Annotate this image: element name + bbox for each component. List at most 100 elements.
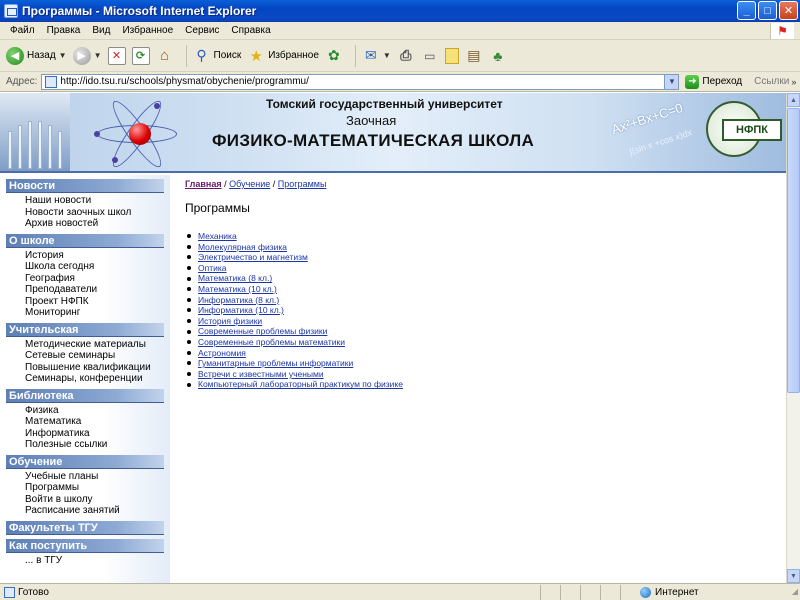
list-item: Встречи с известными учеными (185, 369, 775, 380)
vertical-scrollbar[interactable]: ▲ ▼ (786, 93, 800, 583)
sidebar-item-nfpk-project[interactable]: Проект НФПК (25, 296, 170, 308)
sidebar-item-our-news[interactable]: Наши новости (25, 195, 170, 207)
program-link[interactable]: Современные проблемы физики (198, 326, 327, 337)
sidebar-item-network-seminars[interactable]: Сетевые семинары (25, 350, 170, 362)
sidebar-item-school-today[interactable]: Школа сегодня (25, 261, 170, 273)
edit-button[interactable]: ▭ (421, 47, 439, 65)
sidebar-item-methodical-materials[interactable]: Методические материалы (25, 339, 170, 351)
stop-button[interactable]: ✕ (107, 46, 126, 65)
back-button[interactable]: ◀ Назад ▼ (6, 46, 67, 65)
sidebar-item-physics[interactable]: Физика (25, 405, 170, 417)
breadcrumb-home-link[interactable]: Главная (185, 179, 222, 189)
window-controls: _ □ ✕ (737, 1, 798, 20)
status-text: Готово (18, 586, 49, 598)
banner-integral: ∫(sin x +cos x)dx (628, 127, 694, 157)
sidebar-item-programs[interactable]: Программы (25, 482, 170, 494)
print-button[interactable]: ⎙ (397, 47, 415, 65)
program-link[interactable]: Математика (8 кл.) (198, 273, 272, 284)
sidebar-item-mathematics[interactable]: Математика (25, 416, 170, 428)
program-link[interactable]: Гуманитарные проблемы информатики (198, 358, 353, 369)
sidebar-item-to-tsu[interactable]: ... в ТГУ (25, 555, 170, 567)
program-link[interactable]: Информатика (10 кл.) (198, 305, 284, 316)
go-button[interactable]: ➜ Переход (685, 74, 743, 89)
program-link[interactable]: Астрономия (198, 348, 246, 359)
sidebar-item-curricula[interactable]: Учебные планы (25, 471, 170, 483)
status-divider (560, 585, 561, 600)
go-label: Переход (702, 76, 743, 87)
program-link[interactable]: Механика (198, 231, 237, 242)
forward-dropdown-icon[interactable]: ▼ (94, 51, 102, 60)
list-item: Механика (185, 231, 775, 242)
breadcrumb-programs-link[interactable]: Программы (278, 179, 327, 189)
sidebar-item-correspondence-news[interactable]: Новости заочных школ (25, 207, 170, 219)
program-link[interactable]: История физики (198, 316, 262, 327)
sidebar-section-about[interactable]: О школе (6, 233, 164, 248)
program-link[interactable]: Молекулярная физика (198, 242, 287, 253)
menu-view[interactable]: Вид (86, 25, 116, 36)
sidebar-section-education[interactable]: Обучение (6, 454, 164, 469)
sidebar-section-news[interactable]: Новости (6, 179, 164, 193)
search-button[interactable]: ⚲ Поиск (193, 47, 241, 65)
nfpk-logo[interactable]: НФПК (702, 97, 784, 167)
messenger-button[interactable]: ♣ (489, 47, 507, 65)
page-status-icon (4, 586, 15, 598)
links-chevron-icon[interactable]: » (791, 77, 796, 87)
sidebar-item-qualification[interactable]: Повышение квалификации (25, 362, 170, 374)
favorites-button[interactable]: ★ Избранное (247, 47, 318, 65)
mail-dropdown-icon[interactable]: ▼ (383, 51, 391, 60)
back-dropdown-icon[interactable]: ▼ (59, 51, 67, 60)
sidebar-section-teachers-room[interactable]: Учительская (6, 322, 164, 337)
bullet-icon (187, 287, 191, 292)
media-button[interactable]: ✿ (325, 47, 343, 65)
links-button[interactable]: Ссылки (754, 76, 789, 87)
close-button[interactable]: ✕ (779, 1, 798, 20)
sidebar-item-informatics[interactable]: Информатика (25, 428, 170, 440)
sidebar-item-teachers[interactable]: Преподаватели (25, 284, 170, 296)
sidebar-item-geography[interactable]: География (25, 273, 170, 285)
list-item: Астрономия (185, 348, 775, 359)
program-link[interactable]: Электричество и магнетизм (198, 252, 308, 263)
address-input[interactable]: http://ido.tsu.ru/schools/physmat/obyche… (41, 73, 680, 90)
scroll-thumb[interactable] (787, 108, 800, 393)
sidebar-section-faculties[interactable]: Факультеты ТГУ (6, 520, 164, 535)
program-link[interactable]: Современные проблемы математики (198, 337, 345, 348)
bullet-icon (187, 340, 191, 345)
sidebar-item-conferences[interactable]: Семинары, конференции (25, 373, 170, 385)
sidebar-item-login[interactable]: Войти в школу (25, 494, 170, 506)
sidebar-item-news-archive[interactable]: Архив новостей (25, 218, 170, 230)
menu-edit[interactable]: Правка (41, 25, 87, 36)
menu-favorites[interactable]: Избранное (116, 25, 179, 36)
home-button[interactable]: ⌂ (156, 47, 174, 65)
maximize-button[interactable]: □ (758, 1, 777, 20)
resize-grip-icon[interactable]: ◢ (792, 587, 798, 596)
sidebar-item-schedule[interactable]: Расписание занятий (25, 505, 170, 517)
back-label: Назад (27, 50, 56, 61)
sidebar-item-monitoring[interactable]: Мониторинг (25, 307, 170, 319)
program-link[interactable]: Математика (10 кл.) (198, 284, 277, 295)
program-link[interactable]: Оптика (198, 263, 227, 274)
breadcrumb-education-link[interactable]: Обучение (229, 179, 270, 189)
banner-subtitle: Заочная (346, 113, 397, 128)
sidebar-section-library[interactable]: Библиотека (6, 388, 164, 403)
scroll-up-icon[interactable]: ▲ (787, 93, 800, 107)
program-link[interactable]: Информатика (8 кл.) (198, 295, 279, 306)
bullet-icon (187, 276, 191, 281)
discuss-button[interactable] (444, 47, 459, 64)
address-dropdown-icon[interactable]: ▼ (664, 74, 679, 89)
zone-label: Интернет (655, 587, 699, 598)
research-button[interactable]: ▤ (465, 47, 483, 65)
mail-button[interactable]: ✉ ▼ (362, 47, 391, 65)
forward-button[interactable]: ▶ ▼ (72, 46, 102, 65)
sidebar-item-history[interactable]: История (25, 250, 170, 262)
minimize-button[interactable]: _ (737, 1, 756, 20)
sidebar-section-admission[interactable]: Как поступить (6, 538, 164, 553)
sidebar-item-useful-links[interactable]: Полезные ссылки (25, 439, 170, 451)
refresh-button[interactable]: ⟳ (131, 46, 150, 65)
program-link[interactable]: Компьютерный лабораторный практикум по ф… (198, 379, 403, 390)
menu-help[interactable]: Справка (225, 25, 276, 36)
menu-file[interactable]: Файл (4, 25, 41, 36)
scroll-down-icon[interactable]: ▼ (787, 569, 800, 583)
program-link[interactable]: Встречи с известными учеными (198, 369, 324, 380)
toolbar-divider (354, 44, 356, 67)
menu-tools[interactable]: Сервис (179, 25, 225, 36)
